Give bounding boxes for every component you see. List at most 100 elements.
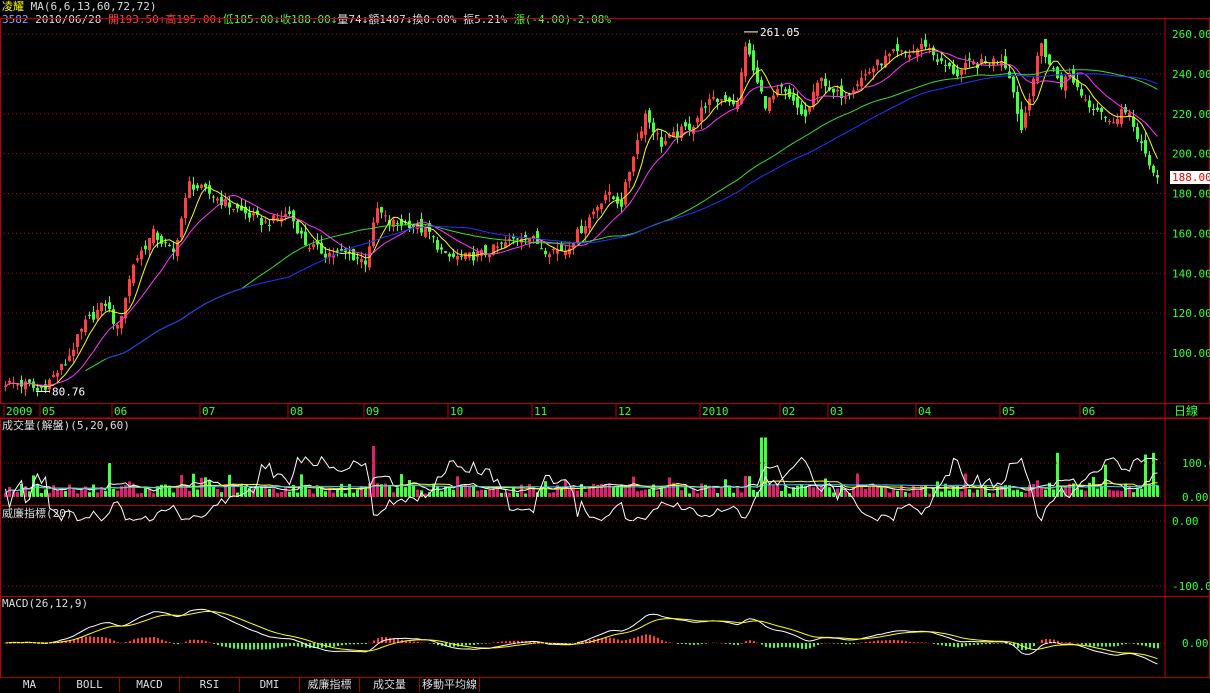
volume-bar [904,492,907,497]
volume-title: 成交量(解盤)(5,20,60) [2,418,130,432]
volume-bar [860,486,863,497]
macd-histogram-bar [185,642,187,643]
macd-histogram-bar [629,639,631,643]
macd-histogram-bar [1101,643,1103,646]
macd-histogram-bar [337,643,339,646]
candle-body [396,223,399,224]
macd-histogram-bar [85,637,87,643]
volume-bar [736,488,739,497]
macd-histogram-bar [117,642,119,643]
candle-body [80,329,83,332]
candle-body [96,310,99,319]
candle-body [856,84,859,86]
candle-body [956,69,959,76]
macd-histogram-bar [377,638,379,643]
price-tick-label: 160.00 [1172,227,1210,240]
tab-boll[interactable]: BOLL [60,678,120,692]
candle-body [116,325,119,329]
volume-bar [392,492,395,497]
candle-body [712,97,715,99]
month-label: 03 [830,405,843,418]
macd-histogram-bar [89,636,91,643]
macd-histogram-bar [773,643,775,648]
tab-volume[interactable]: 成交量 [360,678,420,692]
macd-histogram-bar [917,642,919,643]
candle-body [156,232,159,239]
candle-body [796,97,799,108]
candle-body [576,229,579,243]
volume-bar [796,486,799,497]
volume-bar [1084,491,1087,497]
macd-histogram-bar [245,643,247,649]
candle-body [936,59,939,61]
volume-bar [16,492,19,497]
macd-histogram-bar [81,637,83,643]
candle-body [804,110,807,117]
volume-bar [36,484,39,497]
candle-body [580,226,583,233]
macd-histogram-bar [93,637,95,643]
tab-ma[interactable]: MA [0,678,60,692]
candle-body [100,303,103,311]
volume-bar [396,487,399,497]
macd-histogram-bar [477,643,479,644]
macd-histogram-bar [213,643,215,644]
macd-histogram-bar [257,643,259,649]
candle-body [168,245,171,246]
candle-body [880,63,883,65]
candle-body [824,79,827,86]
macd-histogram-bar [169,642,171,643]
candle-body [452,253,455,256]
candle-body [920,44,923,49]
macd-histogram-bar [689,643,691,645]
tab-rsi[interactable]: RSI [180,678,240,692]
candle-body [304,232,307,245]
candle-body [1136,127,1139,139]
macd-histogram-bar [809,643,811,648]
volume-bar [772,485,775,497]
tab-moving-average[interactable]: 移動平均線 [420,678,480,692]
candle-body [104,304,107,306]
tab-dmi[interactable]: DMI [240,678,300,692]
volume-bar [296,493,299,497]
month-label: 02 [782,405,795,418]
stock-chart[interactable]: 260.00240.00220.00200.00180.00160.00140.… [0,0,1210,692]
ma6-line [6,49,1158,387]
macd-histogram-bar [1097,643,1099,647]
volume-bar [568,488,571,497]
macd-histogram-bar [333,643,335,647]
macd-histogram-bar [297,643,299,647]
volume-bar [528,484,531,497]
volume-bar [172,492,175,497]
macd-histogram-bar [677,643,679,644]
volume-bar [828,487,831,497]
macd-histogram-bar [849,643,851,644]
volume-bar [876,487,879,497]
macd-histogram-bar [845,643,847,644]
macd-histogram-bar [389,638,391,643]
tab-williams[interactable]: 威廉指標 [300,678,360,692]
macd-histogram-bar [417,642,419,643]
macd-histogram-bar [513,641,515,643]
macd-histogram-bar [125,642,127,643]
panel-frame-3 [1,597,1210,678]
volume-bar [612,487,615,497]
candle-body [312,244,315,247]
candle-body [324,254,327,258]
candle-body [20,380,23,386]
candle-body [744,46,747,76]
tab-macd[interactable]: MACD [120,678,180,692]
macd-histogram-bar [165,641,167,643]
macd-histogram-bar [945,643,947,646]
volume-bar [152,493,155,497]
candle-body [196,185,199,188]
macd-histogram-bar [465,643,467,646]
candle-body [560,245,563,251]
candle-body [84,319,87,332]
macd-histogram-bar [1121,643,1123,645]
candle-body [56,373,59,377]
macd-histogram-bar [105,638,107,643]
candle-body [496,246,499,247]
candle-body [568,248,571,254]
month-label: 06 [114,405,127,418]
